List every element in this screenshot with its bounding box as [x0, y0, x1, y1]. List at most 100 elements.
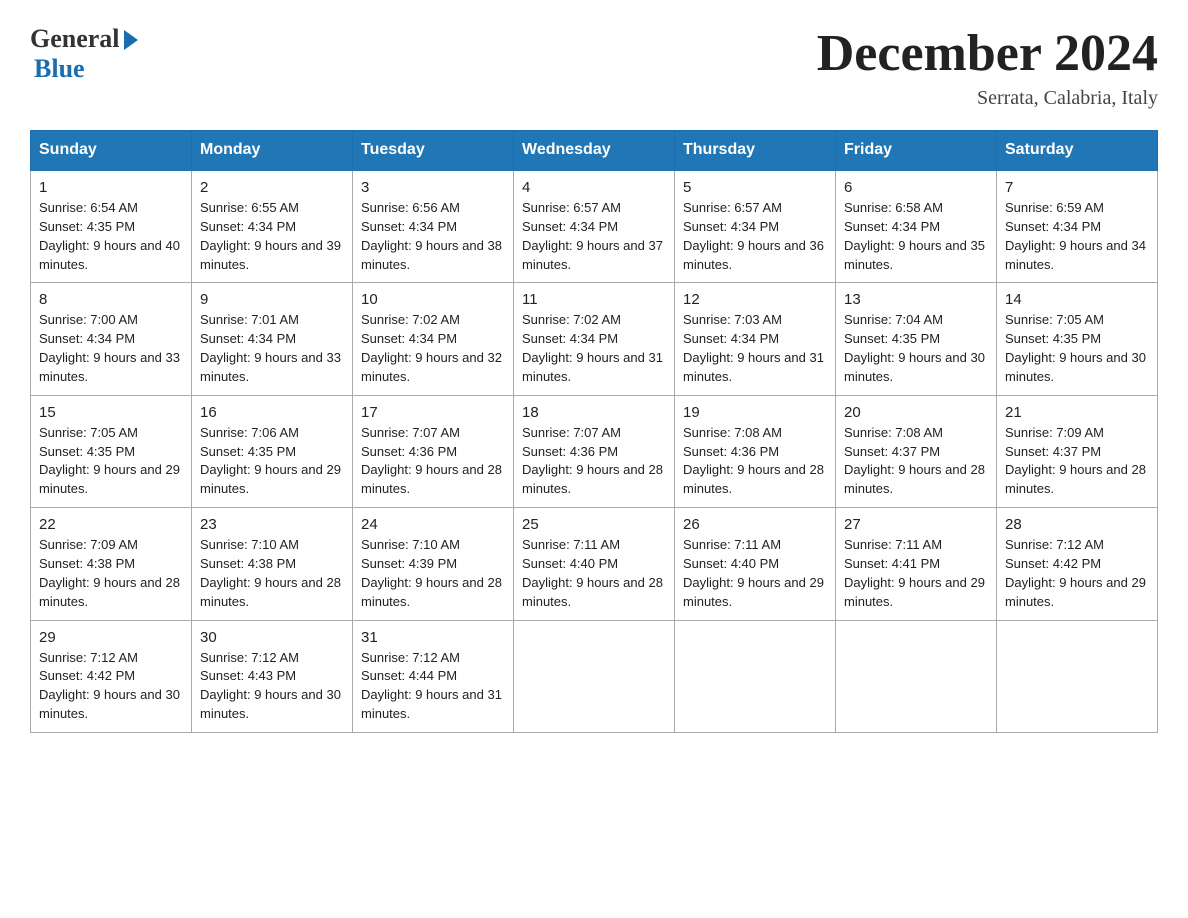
title-section: December 2024 Serrata, Calabria, Italy: [817, 24, 1158, 110]
day-info: Sunrise: 7:11 AMSunset: 4:40 PMDaylight:…: [683, 537, 824, 609]
day-info: Sunrise: 7:09 AMSunset: 4:37 PMDaylight:…: [1005, 425, 1146, 497]
calendar-cell: 27Sunrise: 7:11 AMSunset: 4:41 PMDayligh…: [836, 508, 997, 620]
calendar-cell: 19Sunrise: 7:08 AMSunset: 4:36 PMDayligh…: [675, 395, 836, 507]
day-info: Sunrise: 7:10 AMSunset: 4:38 PMDaylight:…: [200, 537, 341, 609]
day-number: 4: [522, 179, 666, 196]
day-info: Sunrise: 6:54 AMSunset: 4:35 PMDaylight:…: [39, 200, 180, 272]
calendar-cell: 3 Sunrise: 6:56 AMSunset: 4:34 PMDaylight…: [353, 170, 514, 283]
day-number: 23: [200, 516, 344, 533]
calendar-cell: 26 Sunrise: 7:11 AMSunset: 4:40 PMDayligh…: [675, 508, 836, 620]
day-info: Sunrise: 7:08 AMSunset: 4:37 PMDaylight:…: [844, 425, 985, 497]
col-monday: Monday: [192, 131, 353, 171]
day-number: 8: [39, 291, 183, 308]
col-wednesday: Wednesday: [514, 131, 675, 171]
day-number: 3: [361, 179, 505, 196]
day-info: Sunrise: 7:03 AMSunset: 4:34 PMDaylight:…: [683, 312, 824, 384]
calendar-cell: 12Sunrise: 7:03 AMSunset: 4:34 PMDayligh…: [675, 283, 836, 395]
calendar-cell: 8 Sunrise: 7:00 AMSunset: 4:34 PMDaylight…: [31, 283, 192, 395]
day-number: 7: [1005, 179, 1149, 196]
calendar-cell: 20 Sunrise: 7:08 AMSunset: 4:37 PMDayligh…: [836, 395, 997, 507]
day-number: 25: [522, 516, 666, 533]
day-number: 1: [39, 179, 183, 196]
day-number: 2: [200, 179, 344, 196]
day-number: 16: [200, 404, 344, 421]
day-info: Sunrise: 7:09 AMSunset: 4:38 PMDaylight:…: [39, 537, 180, 609]
day-info: Sunrise: 7:06 AMSunset: 4:35 PMDaylight:…: [200, 425, 341, 497]
calendar-cell: 24Sunrise: 7:10 AMSunset: 4:39 PMDayligh…: [353, 508, 514, 620]
calendar-cell: 2 Sunrise: 6:55 AMSunset: 4:34 PMDaylight…: [192, 170, 353, 283]
day-number: 14: [1005, 291, 1149, 308]
day-info: Sunrise: 7:12 AMSunset: 4:44 PMDaylight:…: [361, 650, 502, 722]
calendar-cell: 11 Sunrise: 7:02 AMSunset: 4:34 PMDayligh…: [514, 283, 675, 395]
col-friday: Friday: [836, 131, 997, 171]
calendar-cell: 15 Sunrise: 7:05 AMSunset: 4:35 PMDayligh…: [31, 395, 192, 507]
day-info: Sunrise: 7:05 AMSunset: 4:35 PMDaylight:…: [1005, 312, 1146, 384]
day-info: Sunrise: 7:12 AMSunset: 4:42 PMDaylight:…: [39, 650, 180, 722]
logo: General Blue: [30, 24, 138, 84]
calendar-cell: 17Sunrise: 7:07 AMSunset: 4:36 PMDayligh…: [353, 395, 514, 507]
day-info: Sunrise: 7:12 AMSunset: 4:43 PMDaylight:…: [200, 650, 341, 722]
day-number: 30: [200, 629, 344, 646]
day-info: Sunrise: 6:59 AMSunset: 4:34 PMDaylight:…: [1005, 200, 1146, 272]
calendar-week-row: 1 Sunrise: 6:54 AMSunset: 4:35 PMDaylight…: [31, 170, 1158, 283]
col-tuesday: Tuesday: [353, 131, 514, 171]
calendar-week-row: 22 Sunrise: 7:09 AMSunset: 4:38 PMDayligh…: [31, 508, 1158, 620]
calendar-cell: 14 Sunrise: 7:05 AMSunset: 4:35 PMDayligh…: [997, 283, 1158, 395]
day-number: 20: [844, 404, 988, 421]
calendar-cell: [514, 620, 675, 732]
day-number: 29: [39, 629, 183, 646]
day-info: Sunrise: 7:10 AMSunset: 4:39 PMDaylight:…: [361, 537, 502, 609]
logo-blue-text: Blue: [34, 54, 85, 84]
page-header: General Blue December 2024 Serrata, Cala…: [30, 24, 1158, 110]
day-number: 28: [1005, 516, 1149, 533]
calendar-cell: 22 Sunrise: 7:09 AMSunset: 4:38 PMDayligh…: [31, 508, 192, 620]
calendar-cell: 6Sunrise: 6:58 AMSunset: 4:34 PMDaylight…: [836, 170, 997, 283]
month-title: December 2024: [817, 24, 1158, 83]
calendar-cell: 31Sunrise: 7:12 AMSunset: 4:44 PMDayligh…: [353, 620, 514, 732]
day-number: 17: [361, 404, 505, 421]
day-number: 18: [522, 404, 666, 421]
day-info: Sunrise: 6:56 AMSunset: 4:34 PMDaylight:…: [361, 200, 502, 272]
calendar-cell: 21 Sunrise: 7:09 AMSunset: 4:37 PMDayligh…: [997, 395, 1158, 507]
calendar-week-row: 15 Sunrise: 7:05 AMSunset: 4:35 PMDayligh…: [31, 395, 1158, 507]
day-number: 27: [844, 516, 988, 533]
calendar-cell: 29 Sunrise: 7:12 AMSunset: 4:42 PMDayligh…: [31, 620, 192, 732]
calendar-cell: 30 Sunrise: 7:12 AMSunset: 4:43 PMDayligh…: [192, 620, 353, 732]
day-number: 11: [522, 291, 666, 308]
calendar-cell: 16 Sunrise: 7:06 AMSunset: 4:35 PMDayligh…: [192, 395, 353, 507]
day-info: Sunrise: 7:00 AMSunset: 4:34 PMDaylight:…: [39, 312, 180, 384]
day-info: Sunrise: 6:58 AMSunset: 4:34 PMDaylight:…: [844, 200, 985, 272]
calendar-cell: 4 Sunrise: 6:57 AMSunset: 4:34 PMDaylight…: [514, 170, 675, 283]
day-info: Sunrise: 7:02 AMSunset: 4:34 PMDaylight:…: [361, 312, 502, 384]
day-info: Sunrise: 6:55 AMSunset: 4:34 PMDaylight:…: [200, 200, 341, 272]
calendar-cell: 1 Sunrise: 6:54 AMSunset: 4:35 PMDaylight…: [31, 170, 192, 283]
day-info: Sunrise: 7:05 AMSunset: 4:35 PMDaylight:…: [39, 425, 180, 497]
day-info: Sunrise: 6:57 AMSunset: 4:34 PMDaylight:…: [522, 200, 663, 272]
day-info: Sunrise: 7:11 AMSunset: 4:40 PMDaylight:…: [522, 537, 663, 609]
day-info: Sunrise: 7:07 AMSunset: 4:36 PMDaylight:…: [522, 425, 663, 497]
day-info: Sunrise: 7:04 AMSunset: 4:35 PMDaylight:…: [844, 312, 985, 384]
day-number: 22: [39, 516, 183, 533]
calendar-cell: 5 Sunrise: 6:57 AMSunset: 4:34 PMDaylight…: [675, 170, 836, 283]
day-number: 5: [683, 179, 827, 196]
calendar-cell: 28Sunrise: 7:12 AMSunset: 4:42 PMDayligh…: [997, 508, 1158, 620]
day-number: 21: [1005, 404, 1149, 421]
calendar-cell: 25 Sunrise: 7:11 AMSunset: 4:40 PMDayligh…: [514, 508, 675, 620]
calendar-cell: 23 Sunrise: 7:10 AMSunset: 4:38 PMDayligh…: [192, 508, 353, 620]
day-info: Sunrise: 6:57 AMSunset: 4:34 PMDaylight:…: [683, 200, 824, 272]
day-number: 19: [683, 404, 827, 421]
calendar-week-row: 8 Sunrise: 7:00 AMSunset: 4:34 PMDaylight…: [31, 283, 1158, 395]
day-number: 26: [683, 516, 827, 533]
calendar-cell: 7 Sunrise: 6:59 AMSunset: 4:34 PMDaylight…: [997, 170, 1158, 283]
col-saturday: Saturday: [997, 131, 1158, 171]
calendar-cell: 13Sunrise: 7:04 AMSunset: 4:35 PMDayligh…: [836, 283, 997, 395]
calendar-header-row: Sunday Monday Tuesday Wednesday Thursday…: [31, 131, 1158, 171]
calendar-cell: [836, 620, 997, 732]
calendar-cell: [997, 620, 1158, 732]
day-info: Sunrise: 7:02 AMSunset: 4:34 PMDaylight:…: [522, 312, 663, 384]
calendar-table: Sunday Monday Tuesday Wednesday Thursday…: [30, 130, 1158, 733]
calendar-cell: [675, 620, 836, 732]
calendar-week-row: 29 Sunrise: 7:12 AMSunset: 4:42 PMDayligh…: [31, 620, 1158, 732]
calendar-cell: 18 Sunrise: 7:07 AMSunset: 4:36 PMDayligh…: [514, 395, 675, 507]
day-number: 15: [39, 404, 183, 421]
